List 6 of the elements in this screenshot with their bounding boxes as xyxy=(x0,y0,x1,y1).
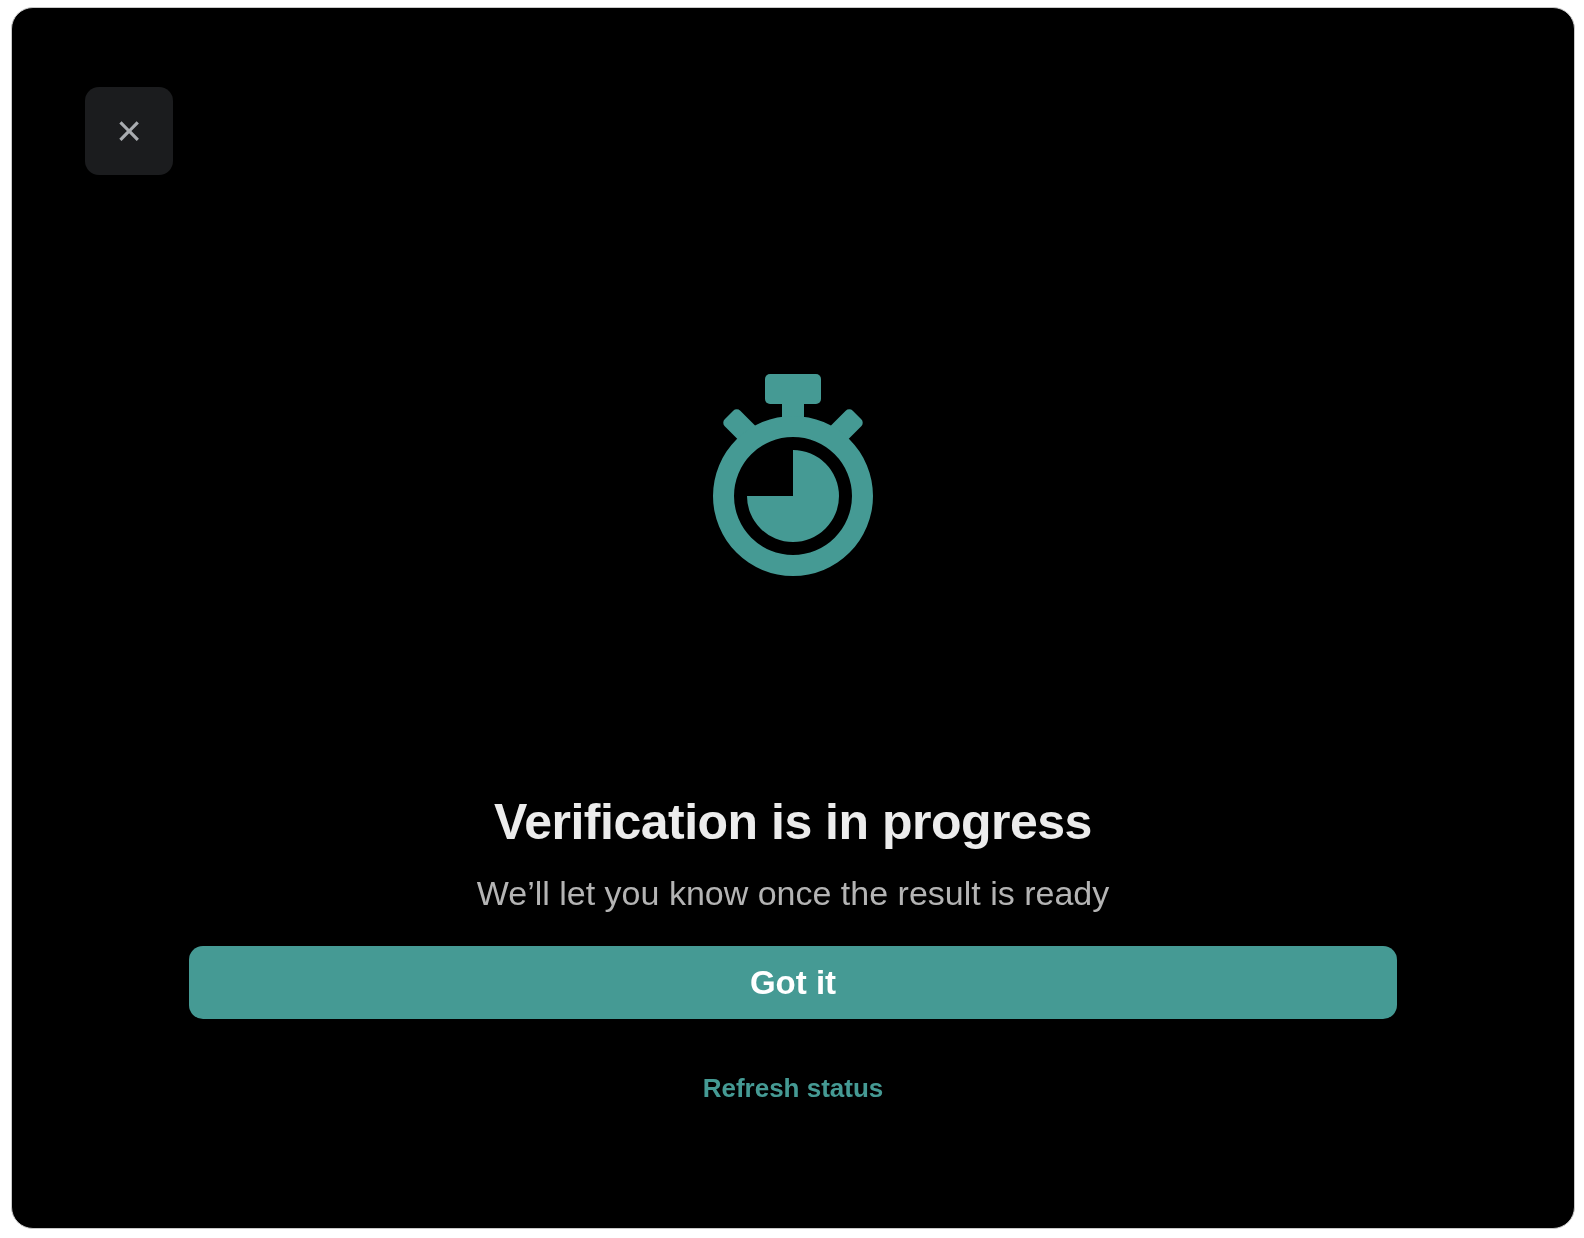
got-it-button[interactable]: Got it xyxy=(189,946,1397,1019)
close-button[interactable]: × xyxy=(85,87,173,175)
dialog-title: Verification is in progress xyxy=(494,793,1092,852)
stopwatch-icon xyxy=(712,374,874,576)
refresh-status-link[interactable]: Refresh status xyxy=(702,1069,884,1108)
dialog-message: We’ll let you know once the result is ready xyxy=(476,872,1110,914)
